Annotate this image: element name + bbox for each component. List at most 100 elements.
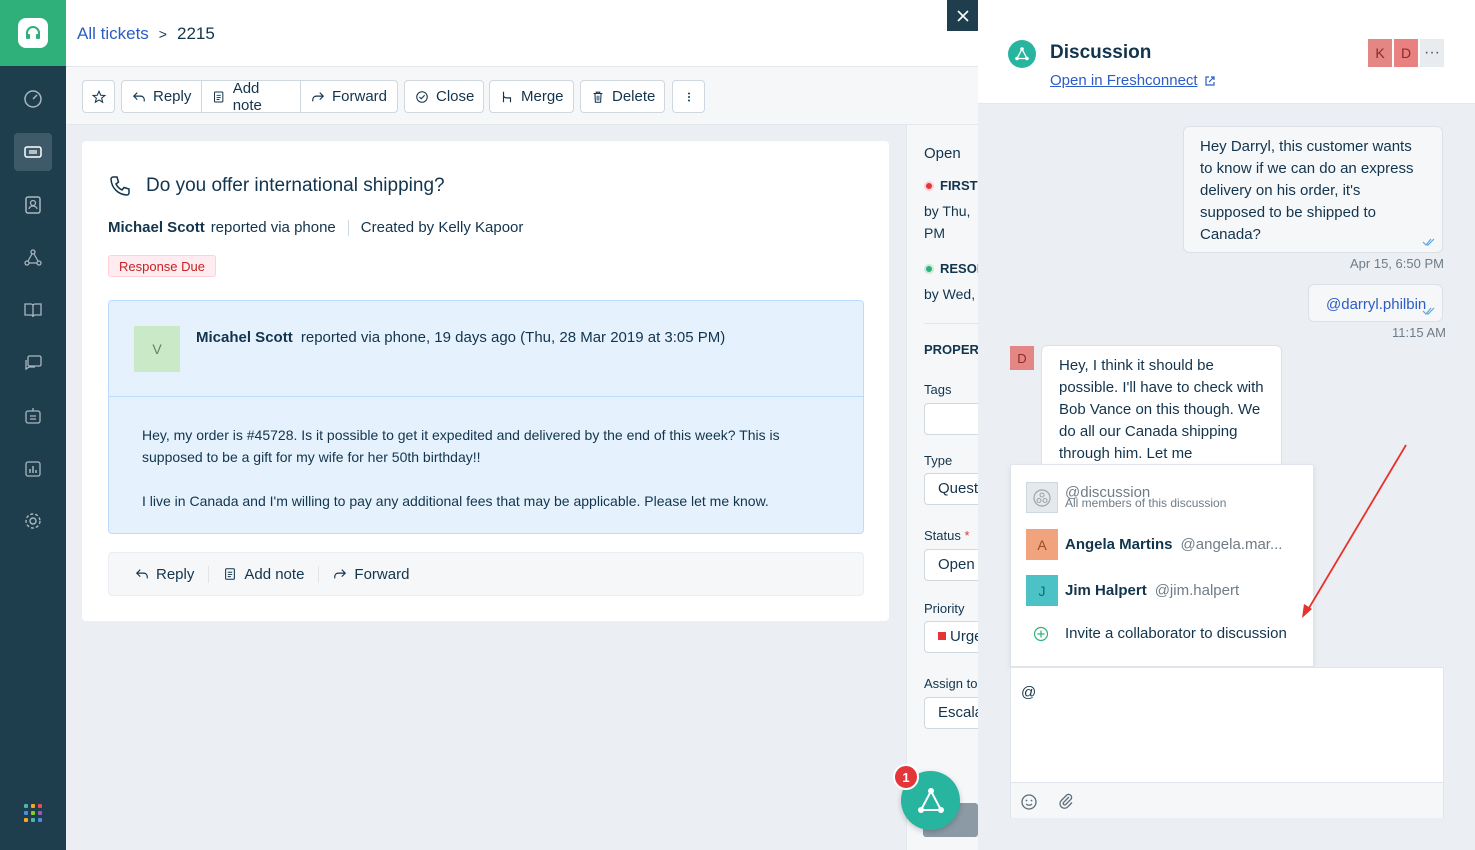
close-ticket-button[interactable]: Close — [404, 80, 484, 113]
resolution-due: by Wed, — [924, 286, 976, 302]
avatar: J — [1026, 575, 1058, 606]
trash-icon — [593, 91, 603, 103]
first-response-sla: FIRST — [924, 178, 978, 193]
left-navigation — [0, 0, 66, 850]
first-response-due: by Thu, — [924, 203, 971, 219]
paperclip-icon[interactable] — [1057, 792, 1075, 810]
close-panel-button[interactable] — [947, 0, 978, 31]
tags-label: Tags — [924, 382, 952, 397]
vertical-dots-icon — [687, 92, 690, 101]
outgoing-message: Hey Darryl, this customer wants to know … — [1183, 126, 1443, 253]
merge-label: Merge — [521, 88, 564, 105]
more-options-button[interactable]: ··· — [1420, 39, 1444, 67]
avatar[interactable]: K — [1368, 39, 1392, 67]
created-by-text: Created by Kelly Kapoor — [360, 219, 524, 236]
freshdesk-logo[interactable] — [0, 0, 66, 66]
reply-icon — [132, 91, 145, 101]
note-icon — [214, 90, 224, 103]
mention-handle: @angela.mar... — [1180, 536, 1283, 553]
properties-heading: PROPERT — [924, 342, 978, 357]
via-text: reported via phone — [210, 219, 336, 236]
open-in-freshconnect-link[interactable]: Open in Freshconnect — [1050, 72, 1216, 89]
outgoing-message: @darryl.philbin — [1308, 284, 1443, 322]
freshconnect-icon — [1008, 40, 1036, 68]
forums-icon[interactable] — [14, 344, 52, 382]
ticket-action-group: Reply Add note Forward — [121, 80, 398, 114]
delete-button[interactable]: Delete — [580, 80, 665, 113]
ticket-meta: Michael Scott reported via phone Created… — [108, 219, 523, 236]
compose-input[interactable]: @ — [1021, 684, 1036, 701]
breadcrumb: All tickets > 2215 — [77, 24, 215, 44]
notification-count-badge: 1 — [893, 764, 919, 790]
forward-button[interactable]: Forward — [319, 566, 423, 583]
close-label: Close — [436, 88, 475, 105]
star-button[interactable] — [82, 80, 115, 113]
app-switcher-icon[interactable] — [24, 804, 42, 822]
forward-button[interactable]: Forward — [301, 81, 397, 112]
dashboard-icon[interactable] — [14, 80, 52, 118]
mention-suggestions: @discussion All members of this discussi… — [1010, 464, 1314, 667]
avatar[interactable]: D — [1394, 39, 1418, 67]
reports-icon[interactable] — [14, 450, 52, 488]
type-label: Type — [924, 453, 953, 468]
breadcrumb-separator: > — [158, 26, 167, 42]
message-paragraph: Hey, my order is #45728. Is it possible … — [142, 427, 780, 465]
star-icon — [91, 89, 106, 103]
forward-icon — [334, 569, 347, 579]
resolution-sla: RESOL — [924, 261, 978, 276]
page-header: All tickets > 2215 — [66, 0, 978, 67]
avatar: D — [1010, 346, 1034, 370]
emoji-icon[interactable] — [1020, 793, 1038, 811]
ticket-card: Do you offer international shipping? Mic… — [82, 141, 889, 621]
automation-icon[interactable] — [14, 397, 52, 435]
message-paragraph: I live in Canada and I'm willing to pay … — [142, 493, 769, 509]
message-meta: reported via phone, 19 days ago (Thu, 28… — [300, 329, 726, 346]
add-note-button[interactable]: Add note — [202, 80, 301, 114]
subject-text: Do you offer international shipping? — [146, 175, 445, 196]
message-actions: Reply Add note Forward — [108, 552, 864, 596]
forward-label: Forward — [354, 565, 410, 583]
freshconnect-icon — [917, 787, 944, 813]
discussion-title: Discussion — [1050, 42, 1152, 63]
note-icon — [225, 568, 236, 580]
mention-name: Jim Halpert — [1065, 582, 1147, 599]
tickets-icon[interactable] — [14, 133, 52, 171]
avatar: V — [134, 326, 180, 372]
assign-select[interactable]: Escala — [924, 697, 978, 729]
requester-name[interactable]: Michael Scott — [108, 219, 205, 236]
message-compose[interactable]: @ — [1010, 667, 1444, 818]
status-select[interactable]: Open — [924, 549, 978, 581]
merge-button[interactable]: Merge — [489, 80, 574, 113]
external-link-icon — [1204, 75, 1215, 86]
invite-collaborator-option[interactable]: Invite a collaborator to discussion — [1033, 625, 1287, 642]
settings-gear-icon[interactable] — [14, 502, 52, 540]
message-text: Hey, I think it should be possible. I'll… — [1059, 357, 1264, 462]
all-tickets-link[interactable]: All tickets — [77, 24, 149, 44]
compose-toolbar — [1011, 782, 1443, 818]
add-note-button[interactable]: Add note — [209, 565, 320, 583]
reply-label: Reply — [156, 565, 195, 583]
sender-name[interactable]: Micahel Scott — [196, 329, 293, 346]
ticket-message: V Micahel Scott reported via phone, 19 d… — [108, 300, 864, 534]
mention-option-discussion[interactable]: @discussion All members of this discussi… — [1026, 482, 1226, 513]
priority-select[interactable]: Urge — [924, 621, 978, 653]
more-actions-button[interactable] — [672, 80, 705, 113]
type-select[interactable]: Quest — [924, 473, 978, 505]
mention-option-jim[interactable]: J Jim Halpert @jim.halpert — [1026, 575, 1239, 606]
contacts-icon[interactable] — [14, 186, 52, 224]
status-heading: Open — [924, 145, 961, 162]
incoming-message: Hey, I think it should be possible. I'll… — [1041, 345, 1282, 470]
headset-icon — [18, 18, 48, 48]
groups-icon[interactable] — [14, 239, 52, 277]
knowledge-base-icon[interactable] — [14, 291, 52, 329]
reply-button[interactable]: Reply — [129, 565, 210, 583]
reply-button[interactable]: Reply — [122, 81, 203, 112]
first-response-time: PM — [924, 225, 945, 241]
tags-input[interactable] — [924, 403, 978, 435]
message-from: Micahel Scott reported via phone, 19 day… — [196, 329, 725, 346]
annotation-arrow — [1302, 444, 1407, 618]
mention-option-angela[interactable]: A Angela Martins @angela.mar... — [1026, 529, 1282, 560]
ticket-id: 2215 — [176, 24, 215, 43]
reply-icon — [135, 569, 148, 579]
mention-link[interactable]: @darryl.philbin — [1326, 296, 1426, 313]
